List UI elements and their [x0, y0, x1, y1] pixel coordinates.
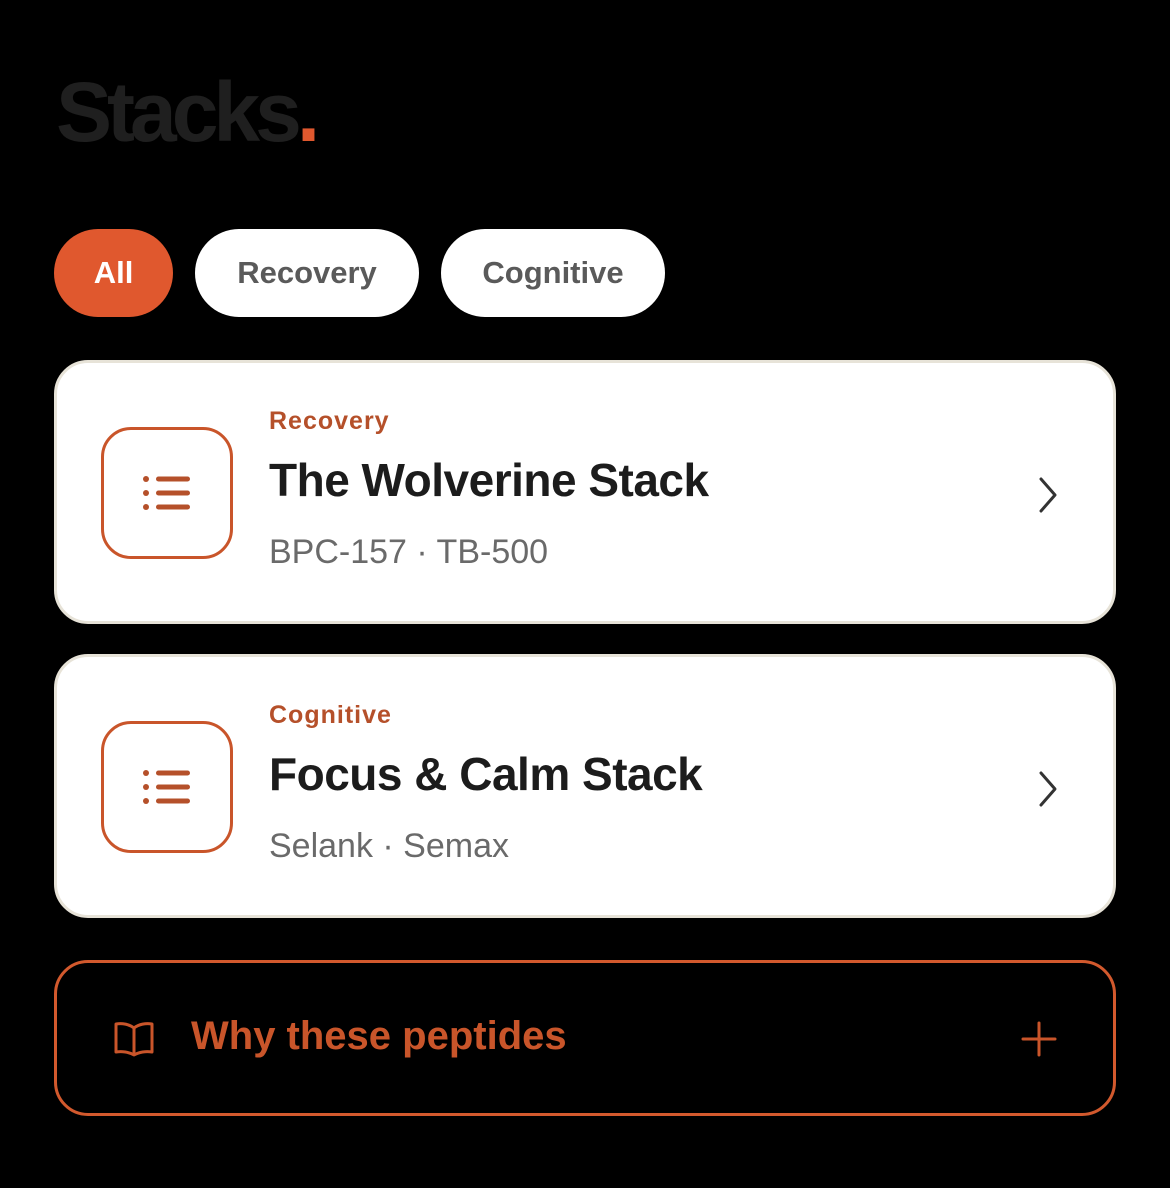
stack-category: Cognitive — [269, 701, 392, 729]
stack-card-focus-calm[interactable]: Cognitive Focus & Calm Stack Selank · Se… — [54, 654, 1116, 918]
filter-chip-cognitive[interactable]: Cognitive — [441, 229, 665, 317]
chevron-right-icon — [1039, 771, 1057, 807]
page-title-text: Stacks — [56, 65, 302, 159]
plus-icon — [1021, 1021, 1057, 1057]
accordion-label: Why these peptides — [191, 1014, 567, 1058]
stack-icon-box — [101, 721, 233, 853]
chevron-right-icon — [1039, 477, 1057, 513]
filter-chip-recovery[interactable]: Recovery — [195, 229, 419, 317]
page-title: Stacks. — [56, 70, 320, 154]
stack-title: Focus & Calm Stack — [269, 748, 703, 800]
stack-peptides: BPC-157 · TB-500 — [269, 533, 549, 571]
stack-icon-box — [101, 427, 233, 559]
list-icon — [143, 476, 190, 510]
stack-card-wolverine[interactable]: Recovery The Wolverine Stack BPC-157 · T… — [54, 360, 1116, 624]
filter-chips: All Recovery Cognitive — [54, 229, 665, 317]
filter-chip-all[interactable]: All — [54, 229, 173, 317]
stack-category: Recovery — [269, 407, 390, 435]
stack-title: The Wolverine Stack — [269, 454, 709, 506]
list-icon — [143, 770, 190, 804]
book-icon — [114, 1022, 154, 1057]
why-these-peptides-accordion[interactable]: Why these peptides — [54, 960, 1116, 1116]
page-title-dot: . — [296, 65, 320, 159]
stack-peptides: Selank · Semax — [269, 827, 509, 865]
